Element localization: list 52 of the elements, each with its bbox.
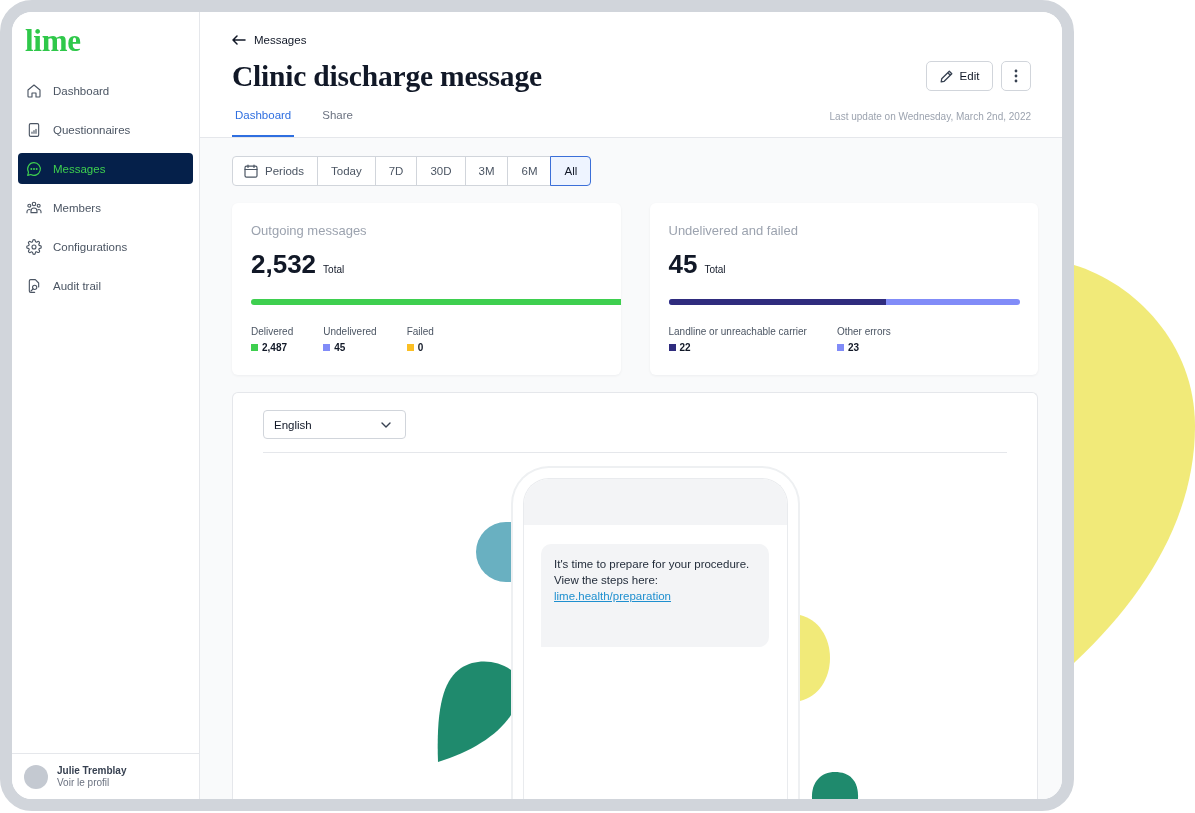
edit-button[interactable]: Edit — [926, 61, 993, 91]
chevron-down-icon — [381, 421, 391, 428]
periods-button[interactable]: Periods — [232, 156, 318, 186]
legend-label: Delivered — [251, 325, 294, 338]
tab[interactable]: Share — [319, 100, 356, 137]
nav-item[interactable]: Configurations — [18, 231, 193, 262]
profile-name: Julie Tremblay — [57, 764, 127, 777]
dome-shape — [811, 772, 859, 799]
time-range-button[interactable]: 30D — [416, 156, 466, 186]
nav-item[interactable]: Members — [18, 192, 193, 223]
language-dropdown[interactable]: English — [263, 410, 406, 439]
back-arrow-icon — [232, 35, 246, 45]
nav-item[interactable]: Questionnaires — [18, 114, 193, 145]
page-title: Clinic discharge message — [232, 60, 542, 92]
nav-item[interactable]: Audit trail — [18, 270, 193, 301]
total-label: Total — [704, 264, 726, 275]
total-label: Total — [323, 264, 345, 275]
legend-label: Other errors — [836, 325, 891, 338]
nav-item[interactable]: Dashboard — [18, 75, 193, 106]
vertical-dots-icon — [1014, 69, 1018, 83]
legend-value: 0 — [417, 341, 424, 354]
profile-link[interactable]: Voir le profil — [57, 776, 127, 789]
time-range-button[interactable]: All — [550, 156, 592, 186]
chart-document-icon — [26, 121, 42, 138]
last-update-text: Last update on Wednesday, March 2nd, 2022 — [829, 110, 1031, 124]
document-search-icon — [26, 277, 42, 294]
nav-item[interactable]: Messages — [18, 153, 193, 184]
legend-label: Failed — [406, 325, 434, 338]
stat-title: Undelivered and failed — [668, 223, 798, 239]
time-range-button[interactable]: 6M — [507, 156, 552, 186]
back-link[interactable]: Messages — [232, 33, 307, 47]
stat-total: 2,532 — [251, 249, 317, 279]
more-button[interactable] — [1001, 61, 1031, 91]
stat-title: Outgoing messages — [251, 223, 367, 239]
legend-value: 22 — [679, 341, 691, 354]
legend-label: Undelivered — [323, 325, 377, 338]
legend-value: 2,487 — [262, 341, 288, 354]
legend-value: 23 — [847, 341, 860, 354]
time-range-button[interactable]: 3M — [464, 156, 509, 186]
pencil-icon — [939, 69, 953, 83]
legend-value: 45 — [334, 341, 346, 354]
home-icon — [26, 82, 42, 99]
avatar — [24, 764, 48, 789]
calendar-icon — [244, 164, 258, 178]
message-text: It's time to prepare for your procedure. View the steps here: — [554, 557, 750, 588]
legend-label: Landline or unreachable carrier — [668, 325, 807, 338]
chat-bubble-icon — [26, 160, 42, 177]
stat-total: 45 — [668, 249, 698, 279]
gear-icon — [26, 238, 42, 255]
time-range-button[interactable]: Today — [317, 156, 376, 186]
time-range-button[interactable]: 7D — [374, 156, 418, 186]
people-icon — [26, 199, 42, 216]
